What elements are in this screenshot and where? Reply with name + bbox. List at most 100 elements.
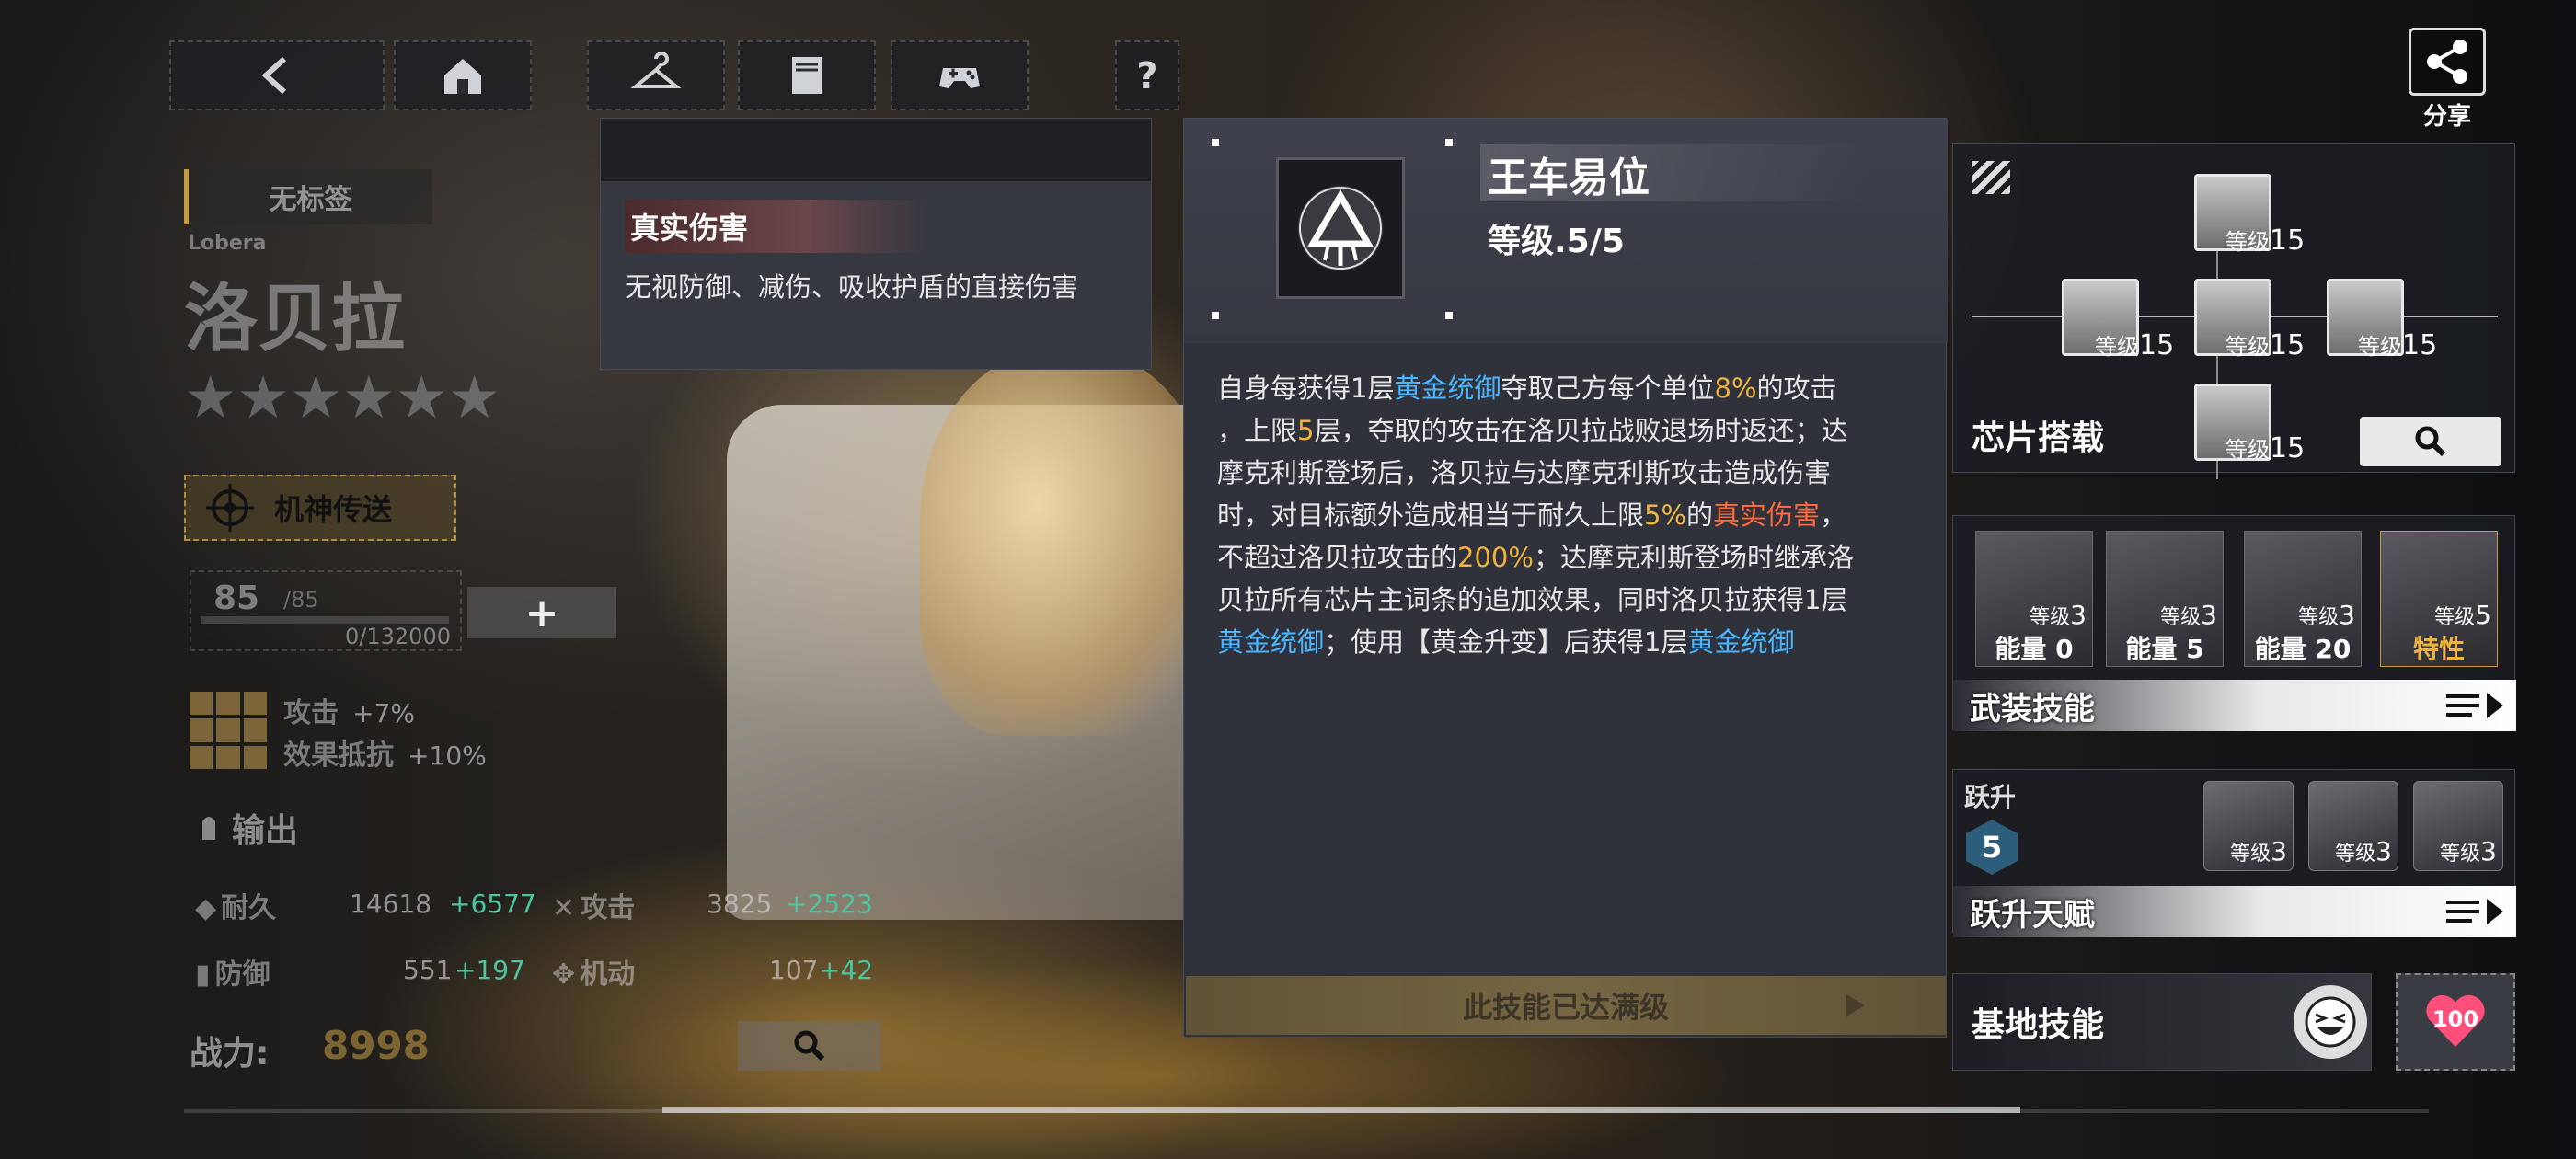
skill-icon-frame [1212, 139, 1453, 319]
energy-value: 5 [2186, 634, 2204, 664]
skill-3-level: 等级3 [2298, 600, 2355, 630]
game-button[interactable] [891, 40, 1029, 110]
energy-label: 能量 [2254, 634, 2306, 664]
chip-level-prefix: 等级 [2225, 334, 2270, 360]
help-button[interactable]: ? [1115, 40, 1179, 110]
add-exp-button[interactable]: + [467, 587, 616, 638]
stat-hp: ◆ 耐久 [195, 885, 276, 925]
talent-level-prefix: 等级 [2335, 843, 2376, 866]
keyword-golden-dominion[interactable]: 黄金统御 [1687, 626, 1794, 658]
castling-skill-icon [1276, 157, 1405, 299]
chip-level-value: 15 [2270, 329, 2306, 361]
level-max: /85 [283, 587, 319, 613]
skill-slot-2[interactable]: 等级3 能量 5 [2106, 531, 2224, 667]
keyword-true-damage[interactable]: 真实伤害 [1713, 499, 1820, 531]
armed-skill-panel: 等级3 能量 0 等级3 能量 5 等级3 能量 20 等级5 特性 武装技能 [1952, 515, 2516, 731]
ascend-rank-value: 5 [1981, 830, 2003, 865]
back-button[interactable] [169, 40, 385, 110]
base-skill-panel[interactable]: 基地技能 [1952, 973, 2372, 1071]
desc-text: 夺取己方每个单位 [1501, 373, 1715, 404]
desc-text: 不超过洛贝拉攻击的 [1217, 542, 1458, 573]
tooltip-desc: 无视防御、减伤、吸收护盾的直接伤害 [625, 271, 1079, 303]
list-arrow-icon [2446, 693, 2503, 718]
ascend-talent-3[interactable]: 等级3 [2413, 781, 2503, 871]
chip-bottom-level: 等级15 [2225, 431, 2305, 465]
base-skill-emoji-icon [2294, 985, 2367, 1059]
mech-badge[interactable]: 机神传送 [184, 475, 456, 541]
talent-level-value: 3 [2480, 836, 2497, 866]
level-box: 85 /85 0/132000 [190, 570, 462, 651]
share-icon [2427, 40, 2467, 84]
talent-1-level: 等级3 [2230, 836, 2287, 866]
heart-value: 100 [2432, 1006, 2479, 1032]
skill-description: 自身每获得1层黄金统御夺取己方每个单位8%的攻击 ，上限5层，夺取的攻击在洛贝拉… [1217, 367, 1916, 663]
ascend-talent-1[interactable]: 等级3 [2203, 781, 2294, 871]
crosshair-icon [206, 484, 254, 532]
talent-level-prefix: 等级 [2230, 843, 2271, 866]
desc-text: 时，对目标额外造成相当于耐久上限 [1217, 499, 1645, 531]
desc-number: 5 [1297, 415, 1315, 446]
skill-slot-trait[interactable]: 等级5 特性 [2380, 531, 2498, 667]
def-label: 防御 [214, 958, 270, 991]
skill-detail-panel: 王车易位 等级.5/5 自身每获得1层黄金统御夺取己方每个单位8%的攻击 ，上限… [1183, 118, 1948, 1038]
stat-def: ▮ 防御 [195, 951, 270, 992]
share-button[interactable]: 分享 [2409, 28, 2486, 131]
ascend-panel: 跃升 5 等级3 等级3 等级3 跃升天赋 [1952, 769, 2516, 937]
affection-heart-button[interactable]: 100 [2396, 973, 2515, 1071]
keyword-golden-dominion[interactable]: 黄金统御 [1394, 373, 1501, 404]
home-button[interactable] [394, 40, 532, 110]
energy-label: 能量 [1995, 634, 2047, 664]
role-label: 输出 [232, 812, 299, 850]
def-bonus: +197 [454, 955, 525, 985]
talent-3-level: 等级3 [2440, 836, 2497, 866]
back-arrow-icon [261, 56, 287, 95]
bonus-resist: 效果抵抗 +10% [283, 732, 487, 773]
atk-value: 3825 [707, 889, 773, 919]
desc-number: 8% [1714, 373, 1757, 404]
skill-level-prefix: 等级 [2030, 606, 2071, 629]
wardrobe-button[interactable] [587, 40, 725, 110]
chip-level-value: 15 [2402, 329, 2438, 361]
atk-bonus: +2523 [786, 889, 873, 919]
bonus-attack-value: +7% [352, 698, 415, 729]
skill-title: 王车易位 [1488, 155, 1650, 201]
mob-value: 107 [769, 955, 819, 985]
desc-text: 的 [1686, 499, 1714, 531]
skill-level-prefix: 等级 [2434, 606, 2476, 629]
chip-section-title: 芯片搭载 [1972, 419, 2105, 457]
chip-right-level: 等级15 [2358, 328, 2437, 361]
scroll-track[interactable] [184, 1107, 2429, 1113]
skill-2-energy: 能量 5 [2107, 629, 2223, 666]
desc-text: 的攻击 [1756, 373, 1837, 404]
question-icon: ? [1136, 55, 1157, 98]
ascend-talent-section[interactable]: 跃升天赋 [1953, 886, 2516, 937]
tag-badge[interactable]: 无标签 [184, 169, 432, 224]
power-value: 8998 [322, 1023, 430, 1068]
stat-atk: ✕ 攻击 [552, 885, 635, 925]
hp-label: 耐久 [221, 892, 277, 924]
max-level-label: 此技能已达满级 [1462, 990, 1669, 1025]
skill-slot-3[interactable]: 等级3 能量 20 [2244, 531, 2362, 667]
tooltip-title: 真实伤害 [630, 211, 749, 246]
chip-detail-button[interactable] [2360, 417, 2501, 466]
chip-top-level: 等级15 [2225, 224, 2305, 257]
trait-level: 等级5 [2434, 600, 2491, 630]
skill-max-level-button[interactable]: 此技能已达满级 [1186, 976, 1946, 1035]
power-label: 战力: [190, 1035, 270, 1073]
energy-label: 能量 [2125, 634, 2178, 664]
ascend-talent-2[interactable]: 等级3 [2308, 781, 2398, 871]
armed-skill-section[interactable]: 武装技能 [1953, 680, 2516, 731]
talent-level-value: 3 [2271, 836, 2287, 866]
skill-slot-1[interactable]: 等级3 能量 0 [1975, 531, 2093, 667]
home-icon [444, 59, 481, 94]
keyword-golden-dominion[interactable]: 黄金统御 [1217, 626, 1324, 658]
talent-level-value: 3 [2375, 836, 2392, 866]
scroll-thumb[interactable] [662, 1107, 2020, 1113]
hp-value: 14618 [350, 889, 432, 919]
power-detail-button[interactable] [738, 1021, 881, 1071]
archive-button[interactable] [738, 40, 876, 110]
talent-level-prefix: 等级 [2440, 843, 2481, 866]
energy-value: 20 [2315, 634, 2352, 664]
tooltip-panel: 真实伤害 无视防御、减伤、吸收护盾的直接伤害 [600, 118, 1152, 370]
tag-label: 无标签 [269, 184, 352, 216]
